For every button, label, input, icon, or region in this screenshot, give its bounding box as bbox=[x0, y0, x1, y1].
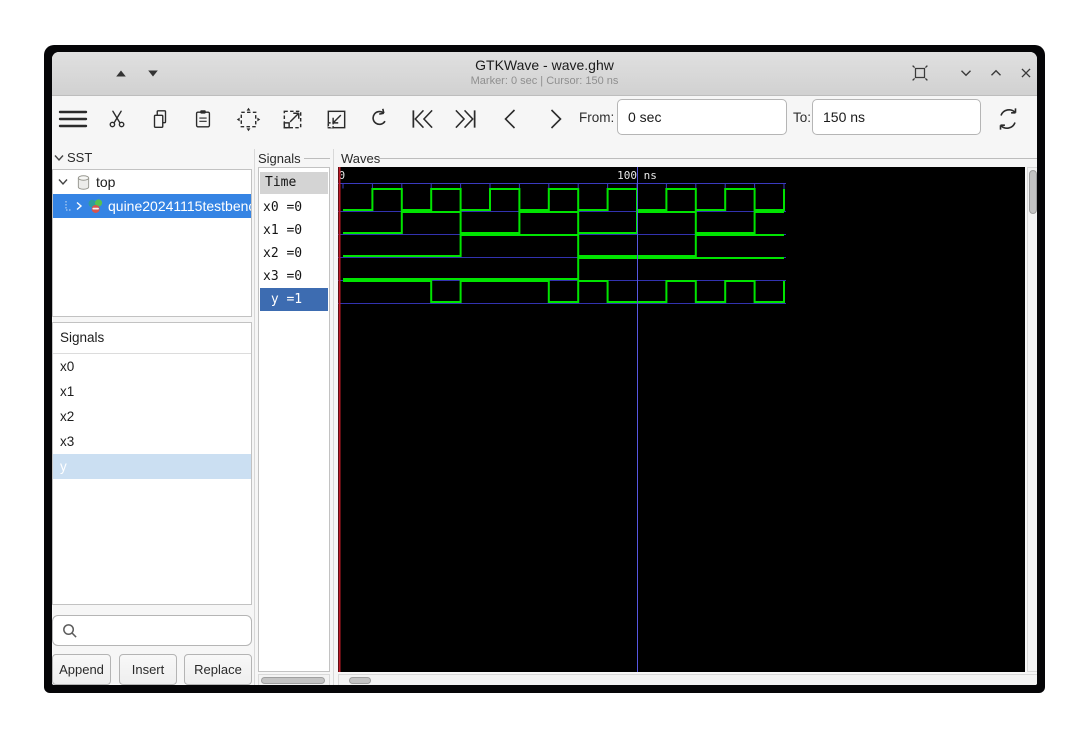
fit-to-window-icon bbox=[912, 65, 928, 81]
chevron-right-icon bbox=[550, 109, 562, 129]
signals-list-header: Signals bbox=[53, 323, 251, 354]
scrollbar-thumb[interactable] bbox=[1029, 170, 1037, 214]
menu-icon bbox=[58, 110, 88, 128]
paste-icon bbox=[195, 110, 211, 128]
step-back-button[interactable] bbox=[493, 99, 529, 139]
zoom-in-icon bbox=[283, 110, 301, 128]
tree-item-top[interactable]: top bbox=[53, 170, 251, 194]
to-label: To: bbox=[793, 110, 812, 125]
zoom-out-icon bbox=[327, 110, 345, 128]
trace-name-x0[interactable]: x0 =0 bbox=[260, 196, 328, 219]
signals-list: x0 x1 x2 x3 y bbox=[53, 354, 251, 479]
window-title: GTKWave - wave.ghw bbox=[475, 57, 614, 73]
signal-list-item-x0[interactable]: x0 bbox=[53, 354, 251, 379]
reload-icon bbox=[999, 108, 1017, 130]
sst-header[interactable]: SST bbox=[54, 149, 92, 166]
zoom-fit-button[interactable] bbox=[230, 99, 266, 139]
go-to-end-button[interactable] bbox=[447, 99, 483, 139]
expander-down-icon bbox=[54, 154, 64, 161]
tree-item-testbench[interactable]: quine20241115testbench bbox=[53, 194, 251, 218]
insert-button[interactable]: Insert bbox=[119, 654, 177, 685]
copy-icon bbox=[153, 110, 167, 128]
titlebar-text: GTKWave - wave.ghw Marker: 0 sec | Curso… bbox=[52, 57, 1037, 87]
close-icon bbox=[1021, 68, 1031, 78]
to-input[interactable] bbox=[812, 99, 981, 135]
go-to-end-icon bbox=[454, 109, 475, 129]
go-to-start-icon bbox=[412, 109, 433, 129]
window-chevron-up-button[interactable] bbox=[983, 60, 1009, 86]
module-icon bbox=[87, 198, 104, 215]
chevron-left-icon bbox=[504, 109, 516, 129]
trace-name-x3[interactable]: x3 =0 bbox=[260, 265, 328, 288]
signal-list-item-x2[interactable]: x2 bbox=[53, 404, 251, 429]
search-icon bbox=[61, 622, 78, 639]
waveform-svg: 0 100 ns bbox=[338, 167, 786, 672]
time-header: Time bbox=[260, 172, 328, 194]
tree-item-label: top bbox=[96, 174, 116, 190]
go-to-start-button[interactable] bbox=[404, 99, 440, 139]
titlebar[interactable]: GTKWave - wave.ghw Marker: 0 sec | Curso… bbox=[52, 52, 1037, 96]
sst-tree: top quine20241115testbench bbox=[52, 169, 252, 317]
copy-button[interactable] bbox=[142, 99, 178, 139]
window-content: GTKWave - wave.ghw Marker: 0 sec | Curso… bbox=[52, 52, 1037, 685]
search-input[interactable] bbox=[84, 622, 251, 639]
signal-list-item-x3[interactable]: x3 bbox=[53, 429, 251, 454]
frame-line bbox=[379, 158, 1037, 159]
scrollbar-thumb[interactable] bbox=[261, 677, 325, 684]
paned-separator[interactable] bbox=[333, 149, 334, 685]
fit-to-window-button[interactable] bbox=[907, 60, 933, 86]
wave-horizontal-scrollbar[interactable] bbox=[338, 674, 1037, 685]
cut-button[interactable] bbox=[99, 99, 135, 139]
replace-button[interactable]: Replace bbox=[184, 654, 252, 685]
gtkwave-window: GTKWave - wave.ghw Marker: 0 sec | Curso… bbox=[44, 45, 1045, 693]
trace-name-y[interactable]: y =1 bbox=[260, 288, 328, 311]
tree-branch-line bbox=[65, 201, 73, 211]
trace-name-x2[interactable]: x2 =0 bbox=[260, 242, 328, 265]
paste-button[interactable] bbox=[185, 99, 221, 139]
expander-right-icon[interactable] bbox=[75, 201, 83, 211]
chevron-down-icon bbox=[961, 70, 971, 77]
window-chevron-down-button[interactable] bbox=[953, 60, 979, 86]
waves-frame-label: Waves bbox=[341, 151, 381, 166]
cut-icon bbox=[109, 110, 125, 128]
chevron-up-icon bbox=[991, 69, 1001, 76]
names-frame-label: Signals bbox=[258, 151, 301, 166]
menu-button[interactable] bbox=[55, 99, 91, 139]
signal-list-item-x1[interactable]: x1 bbox=[53, 379, 251, 404]
search-box[interactable] bbox=[52, 615, 252, 646]
undo-icon bbox=[372, 108, 386, 126]
database-icon bbox=[76, 174, 91, 191]
wave-vertical-scrollbar[interactable] bbox=[1027, 167, 1037, 672]
wave-canvas[interactable]: 0 100 ns bbox=[338, 167, 1025, 672]
close-window-button[interactable] bbox=[1013, 60, 1037, 86]
undo-button[interactable] bbox=[361, 99, 397, 139]
window-subtitle: Marker: 0 sec | Cursor: 150 ns bbox=[470, 75, 619, 87]
paned-separator[interactable] bbox=[254, 149, 255, 685]
trace-name-x1[interactable]: x1 =0 bbox=[260, 219, 328, 242]
from-label: From: bbox=[579, 110, 615, 125]
from-input[interactable] bbox=[617, 99, 787, 135]
trace-names-panel: Time x0 =0 x1 =0 x2 =0 x3 =0 y =1 bbox=[258, 167, 330, 672]
scrollbar-thumb[interactable] bbox=[349, 677, 371, 684]
append-button[interactable]: Append bbox=[52, 654, 111, 685]
tree-item-label: quine20241115testbench bbox=[108, 198, 251, 214]
names-horizontal-scrollbar[interactable] bbox=[258, 674, 330, 685]
signals-list-panel: Signals x0 x1 x2 x3 y bbox=[52, 322, 252, 605]
sst-label: SST bbox=[67, 150, 93, 165]
signal-list-item-y[interactable]: y bbox=[53, 454, 251, 479]
zoom-in-button[interactable] bbox=[274, 99, 310, 139]
zoom-fit-icon bbox=[236, 107, 260, 131]
step-forward-button[interactable] bbox=[537, 99, 573, 139]
frame-line bbox=[304, 158, 330, 159]
zoom-out-button[interactable] bbox=[318, 99, 354, 139]
reload-button[interactable] bbox=[990, 99, 1026, 139]
expander-down-icon[interactable] bbox=[58, 178, 68, 186]
